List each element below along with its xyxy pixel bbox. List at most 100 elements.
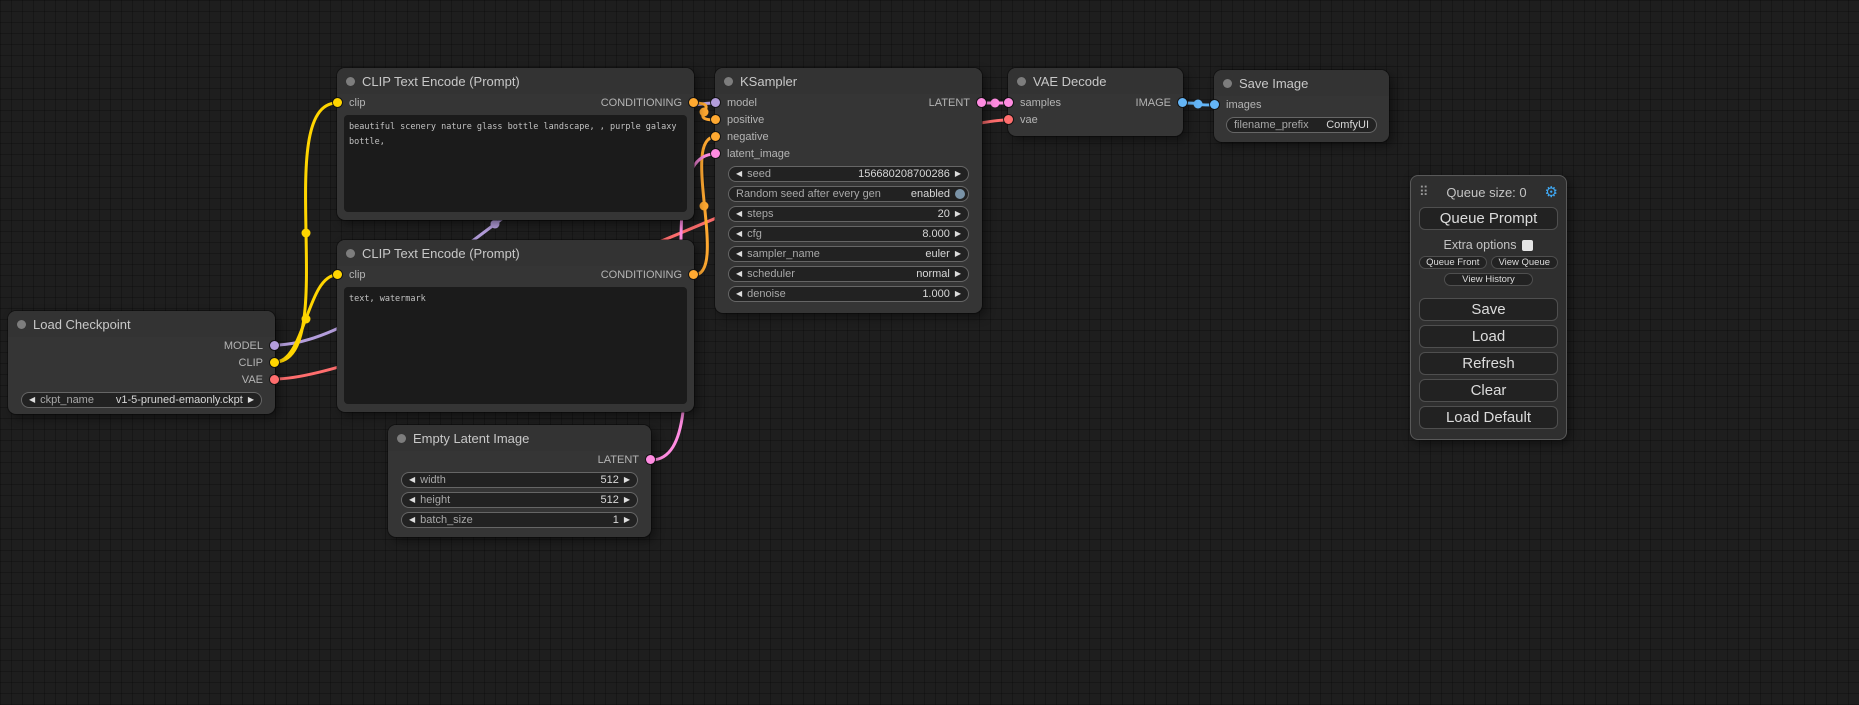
increment-arrow-icon[interactable]: ▶ — [624, 516, 630, 524]
view-history-button[interactable]: View History — [1444, 273, 1533, 286]
node-save-image[interactable]: Save Image images filename_prefix ComfyU… — [1214, 70, 1389, 142]
increment-arrow-icon[interactable]: ▶ — [955, 250, 961, 258]
node-header[interactable]: Load Checkpoint — [8, 311, 275, 337]
widget-value: 1 — [613, 514, 619, 526]
node-title: KSampler — [740, 74, 797, 89]
output-port-latent[interactable] — [977, 98, 986, 107]
input-port-latent-image[interactable] — [711, 149, 720, 158]
widget-name: steps — [747, 208, 773, 220]
filename-prefix-widget[interactable]: filename_prefix ComfyUI — [1226, 117, 1377, 133]
collapse-toggle-icon[interactable] — [1223, 79, 1232, 88]
collapse-toggle-icon[interactable] — [724, 77, 733, 86]
queue-buttons-row: Queue Front View Queue — [1419, 256, 1558, 269]
view-queue-button[interactable]: View Queue — [1491, 256, 1559, 269]
input-port-samples[interactable] — [1004, 98, 1013, 107]
sampler-name-widget[interactable]: ◀ sampler_name euler ▶ — [728, 246, 969, 262]
batch-size-widget[interactable]: ◀ batch_size 1 ▶ — [401, 512, 638, 528]
node-clip-text-encode-positive[interactable]: CLIP Text Encode (Prompt) clip CONDITION… — [337, 68, 694, 220]
width-widget[interactable]: ◀ width 512 ▶ — [401, 472, 638, 488]
widget-value: 156680208700286 — [858, 168, 950, 180]
random-seed-widget[interactable]: Random seed after every gen enabled — [728, 186, 969, 202]
save-button[interactable]: Save — [1419, 298, 1558, 321]
decrement-arrow-icon[interactable]: ◀ — [736, 250, 742, 258]
collapse-toggle-icon[interactable] — [1017, 77, 1026, 86]
output-label-conditioning: CONDITIONING — [601, 269, 682, 281]
node-title: CLIP Text Encode (Prompt) — [362, 246, 520, 261]
increment-arrow-icon[interactable]: ▶ — [955, 270, 961, 278]
input-port-negative[interactable] — [711, 132, 720, 141]
extra-options-checkbox[interactable] — [1522, 240, 1533, 251]
prompt-textarea[interactable]: beautiful scenery nature glass bottle la… — [344, 115, 687, 212]
decrement-arrow-icon[interactable]: ◀ — [736, 270, 742, 278]
prompt-textarea[interactable]: text, watermark — [344, 287, 687, 404]
scheduler-widget[interactable]: ◀ scheduler normal ▶ — [728, 266, 969, 282]
decrement-arrow-icon[interactable]: ◀ — [736, 290, 742, 298]
increment-arrow-icon[interactable]: ▶ — [955, 170, 961, 178]
seed-widget[interactable]: ◀ seed 156680208700286 ▶ — [728, 166, 969, 182]
collapse-toggle-icon[interactable] — [17, 320, 26, 329]
node-header[interactable]: KSampler — [715, 68, 982, 94]
denoise-widget[interactable]: ◀ denoise 1.000 ▶ — [728, 286, 969, 302]
widget-value: ComfyUI — [1326, 119, 1369, 131]
collapse-toggle-icon[interactable] — [397, 434, 406, 443]
decrement-arrow-icon[interactable]: ◀ — [736, 170, 742, 178]
increment-arrow-icon[interactable]: ▶ — [955, 210, 961, 218]
output-port-conditioning[interactable] — [689, 270, 698, 279]
node-vae-decode[interactable]: VAE Decode samples IMAGE vae — [1008, 68, 1183, 136]
decrement-arrow-icon[interactable]: ◀ — [736, 230, 742, 238]
input-port-clip[interactable] — [333, 98, 342, 107]
output-port-latent[interactable] — [646, 455, 655, 464]
output-port-conditioning[interactable] — [689, 98, 698, 107]
port-row: model LATENT — [715, 94, 982, 111]
refresh-button[interactable]: Refresh — [1419, 352, 1558, 375]
node-load-checkpoint[interactable]: Load Checkpoint MODEL CLIP VAE ◀ ckpt_na… — [8, 311, 275, 414]
height-widget[interactable]: ◀ height 512 ▶ — [401, 492, 638, 508]
cfg-widget[interactable]: ◀ cfg 8.000 ▶ — [728, 226, 969, 242]
steps-widget[interactable]: ◀ steps 20 ▶ — [728, 206, 969, 222]
node-empty-latent-image[interactable]: Empty Latent Image LATENT ◀ width 512 ▶ … — [388, 425, 651, 537]
output-label-image: IMAGE — [1136, 97, 1171, 109]
output-row: LATENT — [388, 451, 651, 468]
input-port-images[interactable] — [1210, 100, 1219, 109]
collapse-toggle-icon[interactable] — [346, 249, 355, 258]
decrement-arrow-icon[interactable]: ◀ — [409, 496, 415, 504]
widget-name: seed — [747, 168, 771, 180]
decrement-arrow-icon[interactable]: ◀ — [29, 396, 35, 404]
output-port-clip[interactable] — [270, 358, 279, 367]
port-row: positive — [715, 111, 982, 128]
increment-arrow-icon[interactable]: ▶ — [624, 476, 630, 484]
input-label-vae: vae — [1020, 114, 1038, 126]
input-port-clip[interactable] — [333, 270, 342, 279]
drag-handle-icon[interactable]: ⠿ — [1419, 184, 1429, 200]
output-port-model[interactable] — [270, 341, 279, 350]
decrement-arrow-icon[interactable]: ◀ — [409, 476, 415, 484]
collapse-toggle-icon[interactable] — [346, 77, 355, 86]
node-ksampler[interactable]: KSampler model LATENT positive negative … — [715, 68, 982, 313]
node-clip-text-encode-negative[interactable]: CLIP Text Encode (Prompt) clip CONDITION… — [337, 240, 694, 412]
increment-arrow-icon[interactable]: ▶ — [955, 290, 961, 298]
decrement-arrow-icon[interactable]: ◀ — [409, 516, 415, 524]
output-port-image[interactable] — [1178, 98, 1187, 107]
settings-gear-icon[interactable]: ⚙ — [1545, 183, 1558, 201]
queue-prompt-button[interactable]: Queue Prompt — [1419, 207, 1558, 230]
output-port-vae[interactable] — [270, 375, 279, 384]
increment-arrow-icon[interactable]: ▶ — [624, 496, 630, 504]
widget-value: 512 — [600, 474, 618, 486]
seed-toggle-icon[interactable] — [955, 189, 965, 199]
load-button[interactable]: Load — [1419, 325, 1558, 348]
queue-front-button[interactable]: Queue Front — [1419, 256, 1487, 269]
decrement-arrow-icon[interactable]: ◀ — [736, 210, 742, 218]
node-header[interactable]: CLIP Text Encode (Prompt) — [337, 68, 694, 94]
input-port-positive[interactable] — [711, 115, 720, 124]
node-header[interactable]: CLIP Text Encode (Prompt) — [337, 240, 694, 266]
ckpt-name-widget[interactable]: ◀ ckpt_name v1-5-pruned-emaonly.ckpt ▶ — [21, 392, 262, 408]
clear-button[interactable]: Clear — [1419, 379, 1558, 402]
increment-arrow-icon[interactable]: ▶ — [955, 230, 961, 238]
input-port-vae[interactable] — [1004, 115, 1013, 124]
input-port-model[interactable] — [711, 98, 720, 107]
increment-arrow-icon[interactable]: ▶ — [248, 396, 254, 404]
node-header[interactable]: VAE Decode — [1008, 68, 1183, 94]
load-default-button[interactable]: Load Default — [1419, 406, 1558, 429]
node-header[interactable]: Save Image — [1214, 70, 1389, 96]
node-header[interactable]: Empty Latent Image — [388, 425, 651, 451]
